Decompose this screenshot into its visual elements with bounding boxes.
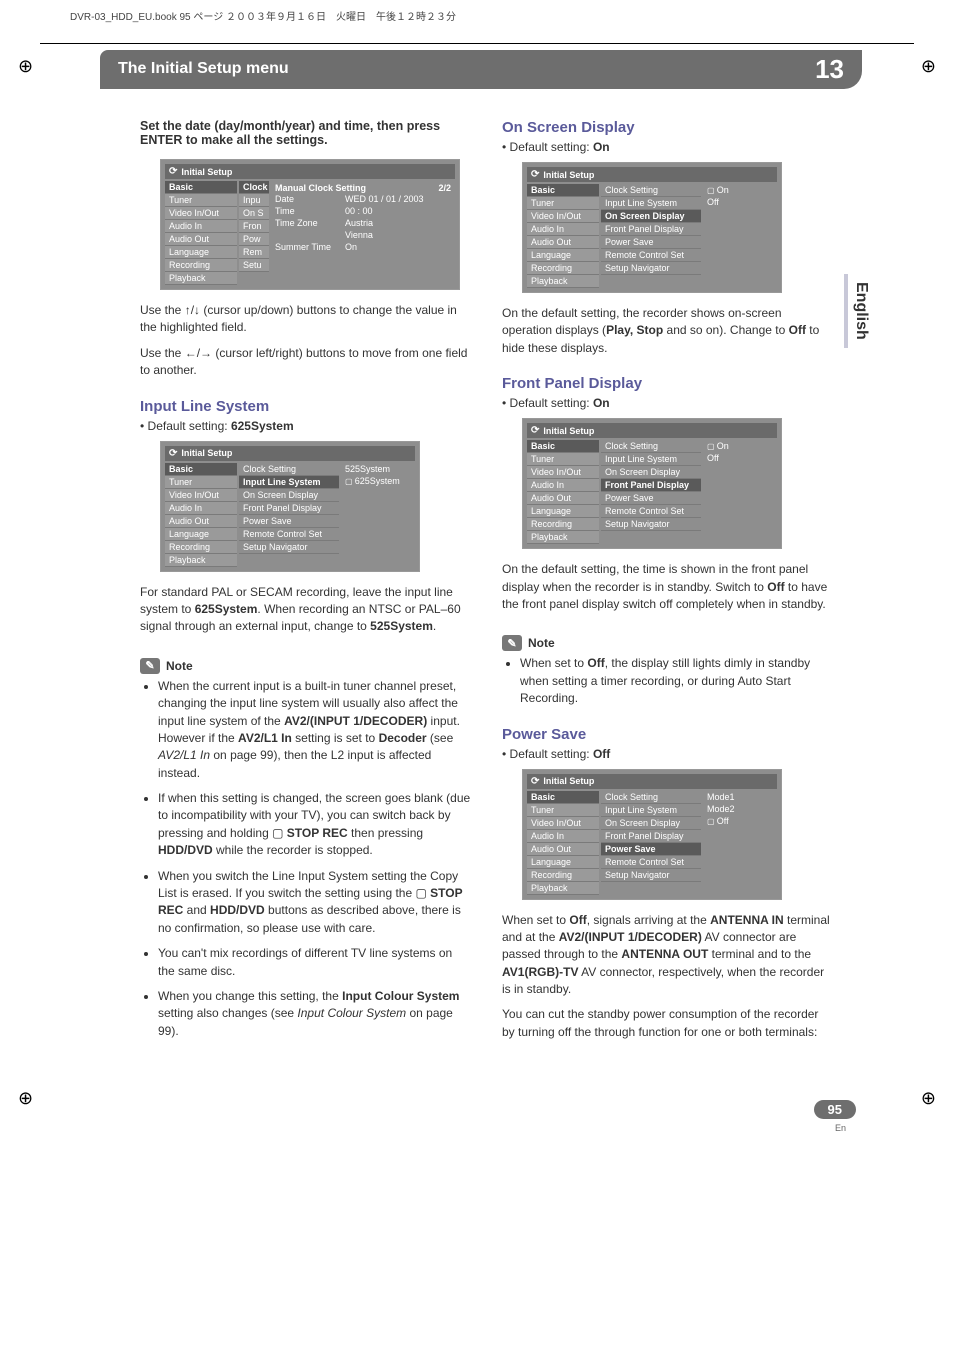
print-header: DVR-03_HDD_EU.book 95 ページ ２００３年９月１６日 火曜日… [70, 8, 884, 23]
section-input-line-system: Input Line System [140, 398, 472, 415]
ils-description: For standard PAL or SECAM recording, lea… [140, 584, 472, 636]
section-front-panel-display: Front Panel Display [502, 375, 834, 392]
note-item: You can't mix recordings of different TV… [158, 945, 472, 980]
language-tab: English [844, 274, 874, 348]
page-number: 95 [814, 1100, 856, 1119]
note-list: When set to Off, the display still light… [520, 655, 834, 707]
osd-front-panel-display: Initial Setup Basic TunerVideo In/Out Au… [522, 418, 782, 549]
note-list: When the current input is a built-in tun… [158, 678, 472, 1040]
osd-input-line-system: Initial Setup Basic TunerVideo In/Out Au… [160, 441, 420, 572]
power-save-followup: You can cut the standby power consumptio… [502, 1006, 834, 1041]
section-power-save: Power Save [502, 726, 834, 743]
default-setting-line: • Default setting: On [502, 140, 834, 154]
lead-instruction: Set the date (day/month/year) and time, … [140, 119, 472, 147]
note-item: When you change this setting, the Input … [158, 988, 472, 1040]
section-on-screen-display: On Screen Display [502, 119, 834, 136]
note-item: When you switch the Line Input System se… [158, 868, 472, 938]
default-setting-line: • Default setting: 625System [140, 419, 472, 433]
cursor-updown-instruction: Use the ↑/↓ (cursor up/down) buttons to … [140, 302, 472, 337]
crop-mark-icon: ⊕ [18, 56, 33, 77]
power-save-description: When set to Off, signals arriving at the… [502, 912, 834, 999]
fpd-description: On the default setting, the time is show… [502, 561, 834, 613]
note-heading: ✎ Note [502, 635, 555, 651]
cursor-leftright-instruction: Use the ←/→ (cursor left/right) buttons … [140, 345, 472, 380]
default-setting-line: • Default setting: Off [502, 747, 834, 761]
osd-title: Initial Setup [181, 167, 232, 177]
osd-power-save: Initial Setup Basic TunerVideo In/Out Au… [522, 769, 782, 900]
note-item: When set to Off, the display still light… [520, 655, 834, 707]
chapter-number: 13 [797, 50, 862, 89]
osd-on-screen-display: Initial Setup Basic TunerVideo In/Out Au… [522, 162, 782, 293]
note-heading: ✎ Note [140, 658, 193, 674]
chapter-title: The Initial Setup menu [100, 50, 797, 89]
note-item: When the current input is a built-in tun… [158, 678, 472, 782]
left-column: Set the date (day/month/year) and time, … [140, 119, 472, 1049]
osd-nav-trunc: Clock Inpu On S Fron Pow Rem Setu [239, 181, 269, 285]
osd-clock-setting: Initial Setup Basic Tuner Video In/Out A… [160, 159, 460, 290]
note-icon: ✎ [140, 658, 160, 674]
osd-description: On the default setting, the recorder sho… [502, 305, 834, 357]
osd-nav: Basic Tuner Video In/Out Audio In Audio … [165, 181, 237, 285]
page-lang-suffix: En [835, 1123, 846, 1133]
crop-mark-icon: ⊕ [18, 1088, 33, 1109]
page-frame: The Initial Setup menu 13 English Set th… [40, 43, 914, 1139]
default-setting-line: • Default setting: On [502, 396, 834, 410]
crop-mark-icon: ⊕ [921, 56, 936, 77]
osd-clock-panel: Manual Clock Setting 2/2 DateWED 01 / 01… [271, 181, 455, 285]
crop-mark-icon: ⊕ [921, 1088, 936, 1109]
note-item: If when this setting is changed, the scr… [158, 790, 472, 860]
note-icon: ✎ [502, 635, 522, 651]
chapter-bar: The Initial Setup menu 13 [100, 50, 854, 89]
right-column: On Screen Display • Default setting: On … [502, 119, 834, 1049]
